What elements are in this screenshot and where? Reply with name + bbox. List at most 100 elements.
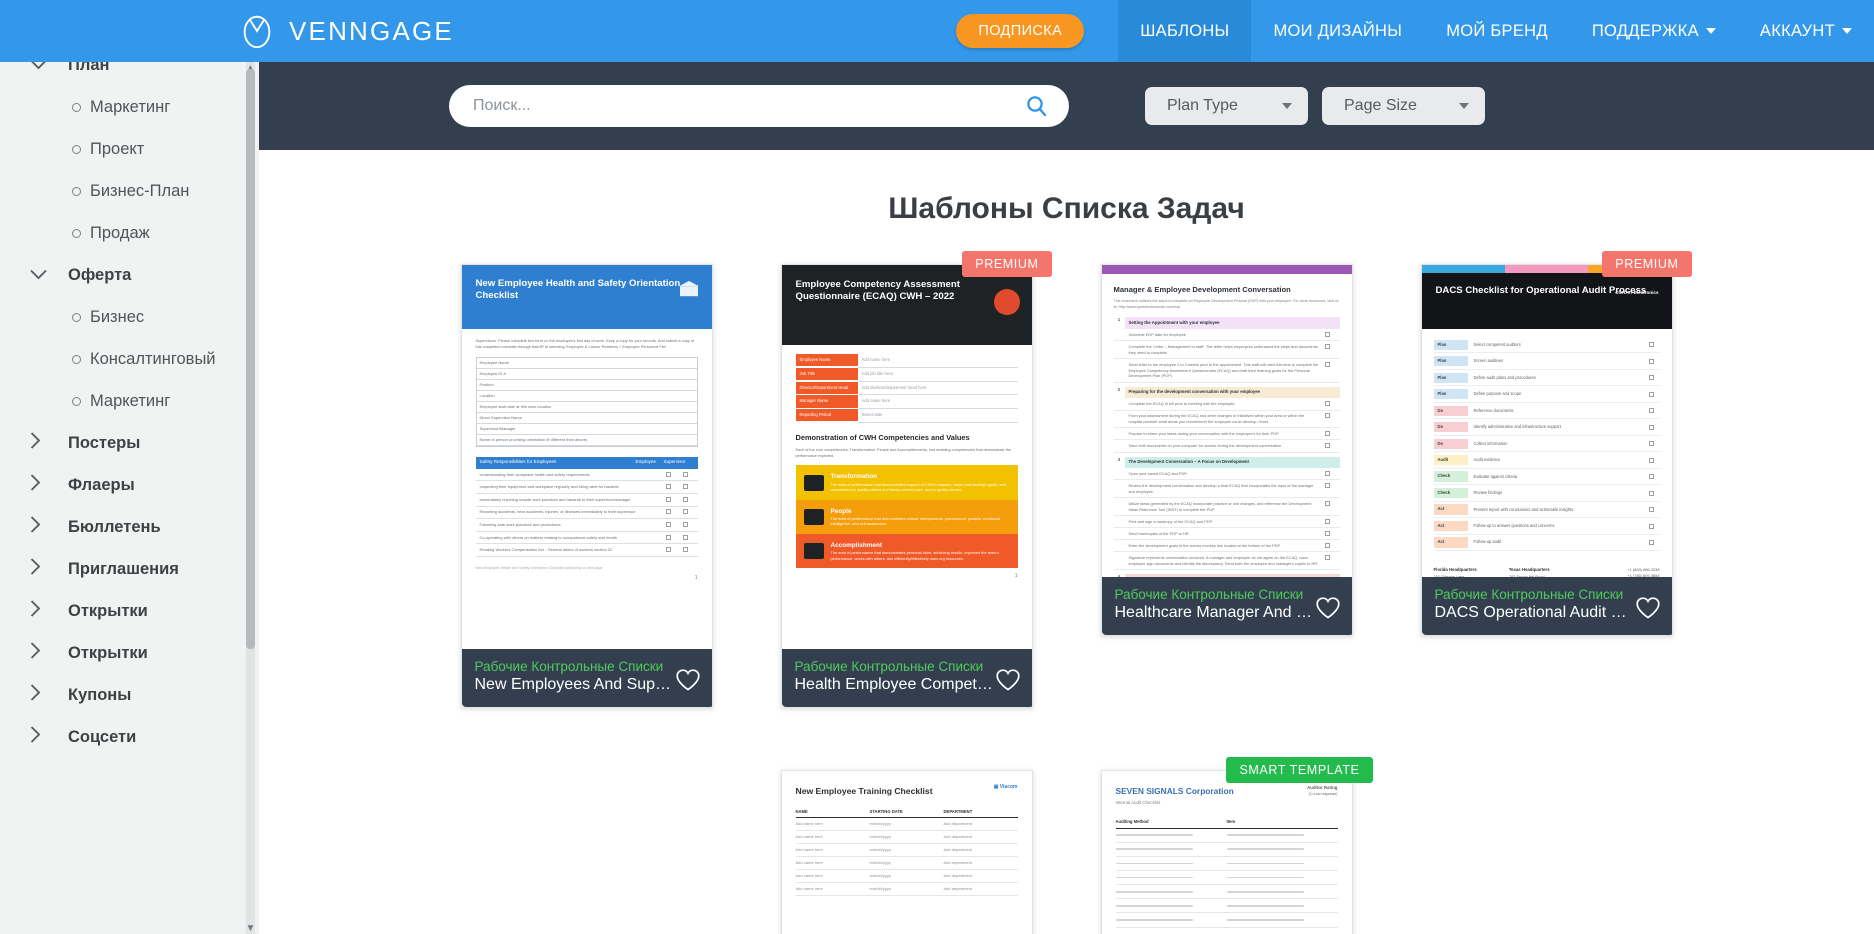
top-navigation-bar: VENNGAGE ПОДПИСКА ШАБЛОНЫ МОИ ДИЗАЙНЫ МО…	[0, 0, 1874, 62]
sidebar-item-маркетинг[interactable]: Маркетинг	[0, 86, 259, 128]
chevron-right-icon	[30, 432, 50, 454]
chevron-down-icon	[30, 62, 50, 75]
bullet-icon	[72, 228, 81, 238]
template-card-grid: New Employee Health and Safety Orientati…	[259, 251, 1874, 934]
template-thumbnail[interactable]: DACS Checklist for Operational Audit Pro…	[1420, 264, 1673, 636]
template-category-label: Рабочие Контрольные Списки	[794, 659, 984, 674]
template-title-label: New Employees And Supervisors ...	[474, 676, 675, 693]
sidebar-group-открытки[interactable]: Открытки	[0, 632, 259, 674]
favorite-heart-icon[interactable]	[675, 668, 701, 692]
template-thumbnail[interactable]: New Employee Health and Safety Orientati…	[460, 264, 713, 708]
template-card[interactable]: SMART TEMPLATE SEVEN SIGNALS Corporation I…	[1100, 757, 1373, 934]
template-card[interactable]: New Employee Training Checklist ▣ Viacom N…	[780, 770, 1033, 934]
sidebar-scrollbar[interactable]: ▲ ▼	[246, 62, 255, 934]
template-card[interactable]: PREMIUM Employee Competency Assessment Qu…	[780, 251, 1052, 708]
favorite-heart-icon[interactable]	[995, 668, 1021, 692]
sidebar-item-label: Бизнес-План	[90, 181, 190, 200]
template-title-label: Healthcare Manager And Employ...	[1114, 604, 1315, 621]
nav-item-account-label: АККАУНТ	[1759, 21, 1835, 40]
sidebar-item-маркетинг[interactable]: Маркетинг	[0, 380, 259, 422]
template-card-texts: Рабочие Контрольные Списки New Employees …	[475, 659, 675, 694]
sidebar-group-label: Открытки	[68, 643, 148, 662]
filter-plan-type[interactable]: Plan Type	[1145, 87, 1308, 125]
nav-right-group: ПОДПИСКА ШАБЛОНЫ МОИ ДИЗАЙНЫ МОЙ БРЕНД П…	[956, 0, 1874, 62]
template-card-footer: Рабочие Контрольные Списки Healthcare Man…	[1101, 577, 1352, 635]
sidebar-group-приглашения[interactable]: Приглашения	[0, 548, 259, 590]
filter-page-size-label: Page Size	[1344, 97, 1417, 114]
chevron-down-icon	[1842, 28, 1852, 34]
subscribe-button-wrap: ПОДПИСКА	[956, 0, 1118, 62]
category-sidebar[interactable]: План Маркетинг Проект Бизнес-План Продаж Офер…	[0, 62, 259, 934]
sidebar-group-label: План	[68, 62, 110, 74]
nav-item-support[interactable]: ПОДДЕРЖКА	[1570, 0, 1738, 62]
template-card[interactable]: PREMIUM DACS Checklist for Operational Au…	[1420, 251, 1692, 708]
sidebar-item-проект[interactable]: Проект	[0, 128, 259, 170]
filter-page-size[interactable]: Page Size	[1322, 87, 1485, 125]
sidebar-group-оферта[interactable]: Оферта	[0, 254, 259, 296]
nav-item-support-label: ПОДДЕРЖКА	[1591, 21, 1699, 40]
chevron-down-icon	[1459, 103, 1469, 109]
nav-item-my-designs[interactable]: МОИ ДИЗАЙНЫ	[1251, 0, 1424, 62]
nav-item-my-brand[interactable]: МОЙ БРЕНД	[1424, 0, 1570, 62]
sidebar-group-купоны[interactable]: Купоны	[0, 674, 259, 716]
nav-item-templates-label: ШАБЛОНЫ	[1140, 21, 1230, 40]
sidebar-item-label: Маркетинг	[90, 391, 171, 410]
search-input[interactable]	[449, 97, 1025, 115]
sidebar-item-label: Консалтинговый	[90, 349, 216, 368]
premium-badge: PREMIUM	[1602, 251, 1692, 277]
sidebar-group-постеры[interactable]: Постеры	[0, 422, 259, 464]
filter-plan-type-label: Plan Type	[1167, 97, 1238, 114]
brand-name: VENNGAGE	[289, 15, 454, 46]
sidebar-scrollbar-thumb[interactable]	[246, 69, 255, 649]
sidebar-group-бюллетень[interactable]: Бюллетень	[0, 506, 259, 548]
template-thumbnail[interactable]: SEVEN SIGNALS Corporation Internal Audit …	[1100, 770, 1353, 934]
template-thumbnail[interactable]: Manager & Employee Development Conversat…	[1100, 264, 1353, 636]
search-field[interactable]	[449, 85, 1069, 127]
search-icon[interactable]	[1025, 94, 1049, 118]
template-category-label: Рабочие Контрольные Списки	[1114, 587, 1304, 602]
sidebar-group-соцсети[interactable]: Соцсети	[0, 716, 259, 758]
brand-logo-area[interactable]: VENNGAGE	[238, 0, 454, 62]
template-card-texts: Рабочие Контрольные Списки DACS Operation…	[1435, 587, 1635, 622]
sidebar-group-label: Оферта	[68, 265, 132, 284]
nav-item-account[interactable]: АККАУНТ	[1738, 0, 1874, 62]
bullet-icon	[72, 144, 81, 154]
template-category-label: Рабочие Контрольные Списки	[1434, 587, 1624, 602]
sidebar-group-label: Постеры	[68, 433, 141, 452]
chevron-right-icon	[30, 684, 50, 706]
sidebar-group-label: Флаеры	[68, 475, 135, 494]
sidebar-group-label: Соцсети	[68, 727, 137, 746]
template-card[interactable]: New Employee Health and Safety Orientati…	[460, 264, 713, 708]
template-title-label: DACS Operational Audit Process ...	[1434, 604, 1635, 621]
template-results-area: Шаблоны Списка Задач New Employee Health…	[259, 150, 1874, 934]
subscribe-button[interactable]: ПОДПИСКА	[956, 14, 1085, 48]
template-title-label: Health Employee Competency As...	[794, 676, 995, 693]
sidebar-item-бизнес-план[interactable]: Бизнес-План	[0, 170, 259, 212]
filter-group: Plan Type Page Size	[1145, 87, 1485, 125]
venngage-logo-icon	[243, 15, 271, 49]
favorite-heart-icon[interactable]	[1635, 596, 1661, 620]
template-card-footer: Рабочие Контрольные Списки New Employees …	[461, 649, 712, 707]
nav-item-my-designs-label: МОИ ДИЗАЙНЫ	[1273, 21, 1403, 40]
template-card[interactable]: Manager & Employee Development Conversat…	[1100, 264, 1353, 708]
chevron-right-icon	[30, 642, 50, 664]
sidebar-item-label: Проект	[90, 139, 145, 158]
bullet-icon	[72, 186, 81, 196]
chevron-right-icon	[30, 474, 50, 496]
nav-item-templates[interactable]: ШАБЛОНЫ	[1118, 0, 1252, 62]
sidebar-item-list: План Маркетинг Проект Бизнес-План Продаж Офер…	[0, 62, 259, 758]
template-category-label: Рабочие Контрольные Списки	[474, 659, 664, 674]
sidebar-item-продаж[interactable]: Продаж	[0, 212, 259, 254]
sidebar-item-бизнес[interactable]: Бизнес	[0, 296, 259, 338]
scroll-down-icon[interactable]: ▼	[246, 921, 256, 934]
sidebar-group-label: Открытки	[68, 601, 148, 620]
favorite-heart-icon[interactable]	[1315, 596, 1341, 620]
sidebar-item-консалтинговый[interactable]: Консалтинговый	[0, 338, 259, 380]
page-title: Шаблоны Списка Задач	[888, 192, 1245, 225]
template-thumbnail[interactable]: Employee Competency Assessment Questionn…	[780, 264, 1033, 708]
sidebar-group-план[interactable]: План	[0, 62, 259, 86]
sidebar-group-флаеры[interactable]: Флаеры	[0, 464, 259, 506]
sidebar-group-открытки[interactable]: Открытки	[0, 590, 259, 632]
template-thumbnail[interactable]: New Employee Training Checklist ▣ Viacom N…	[780, 770, 1033, 934]
search-toolbar: Plan Type Page Size	[259, 62, 1874, 150]
